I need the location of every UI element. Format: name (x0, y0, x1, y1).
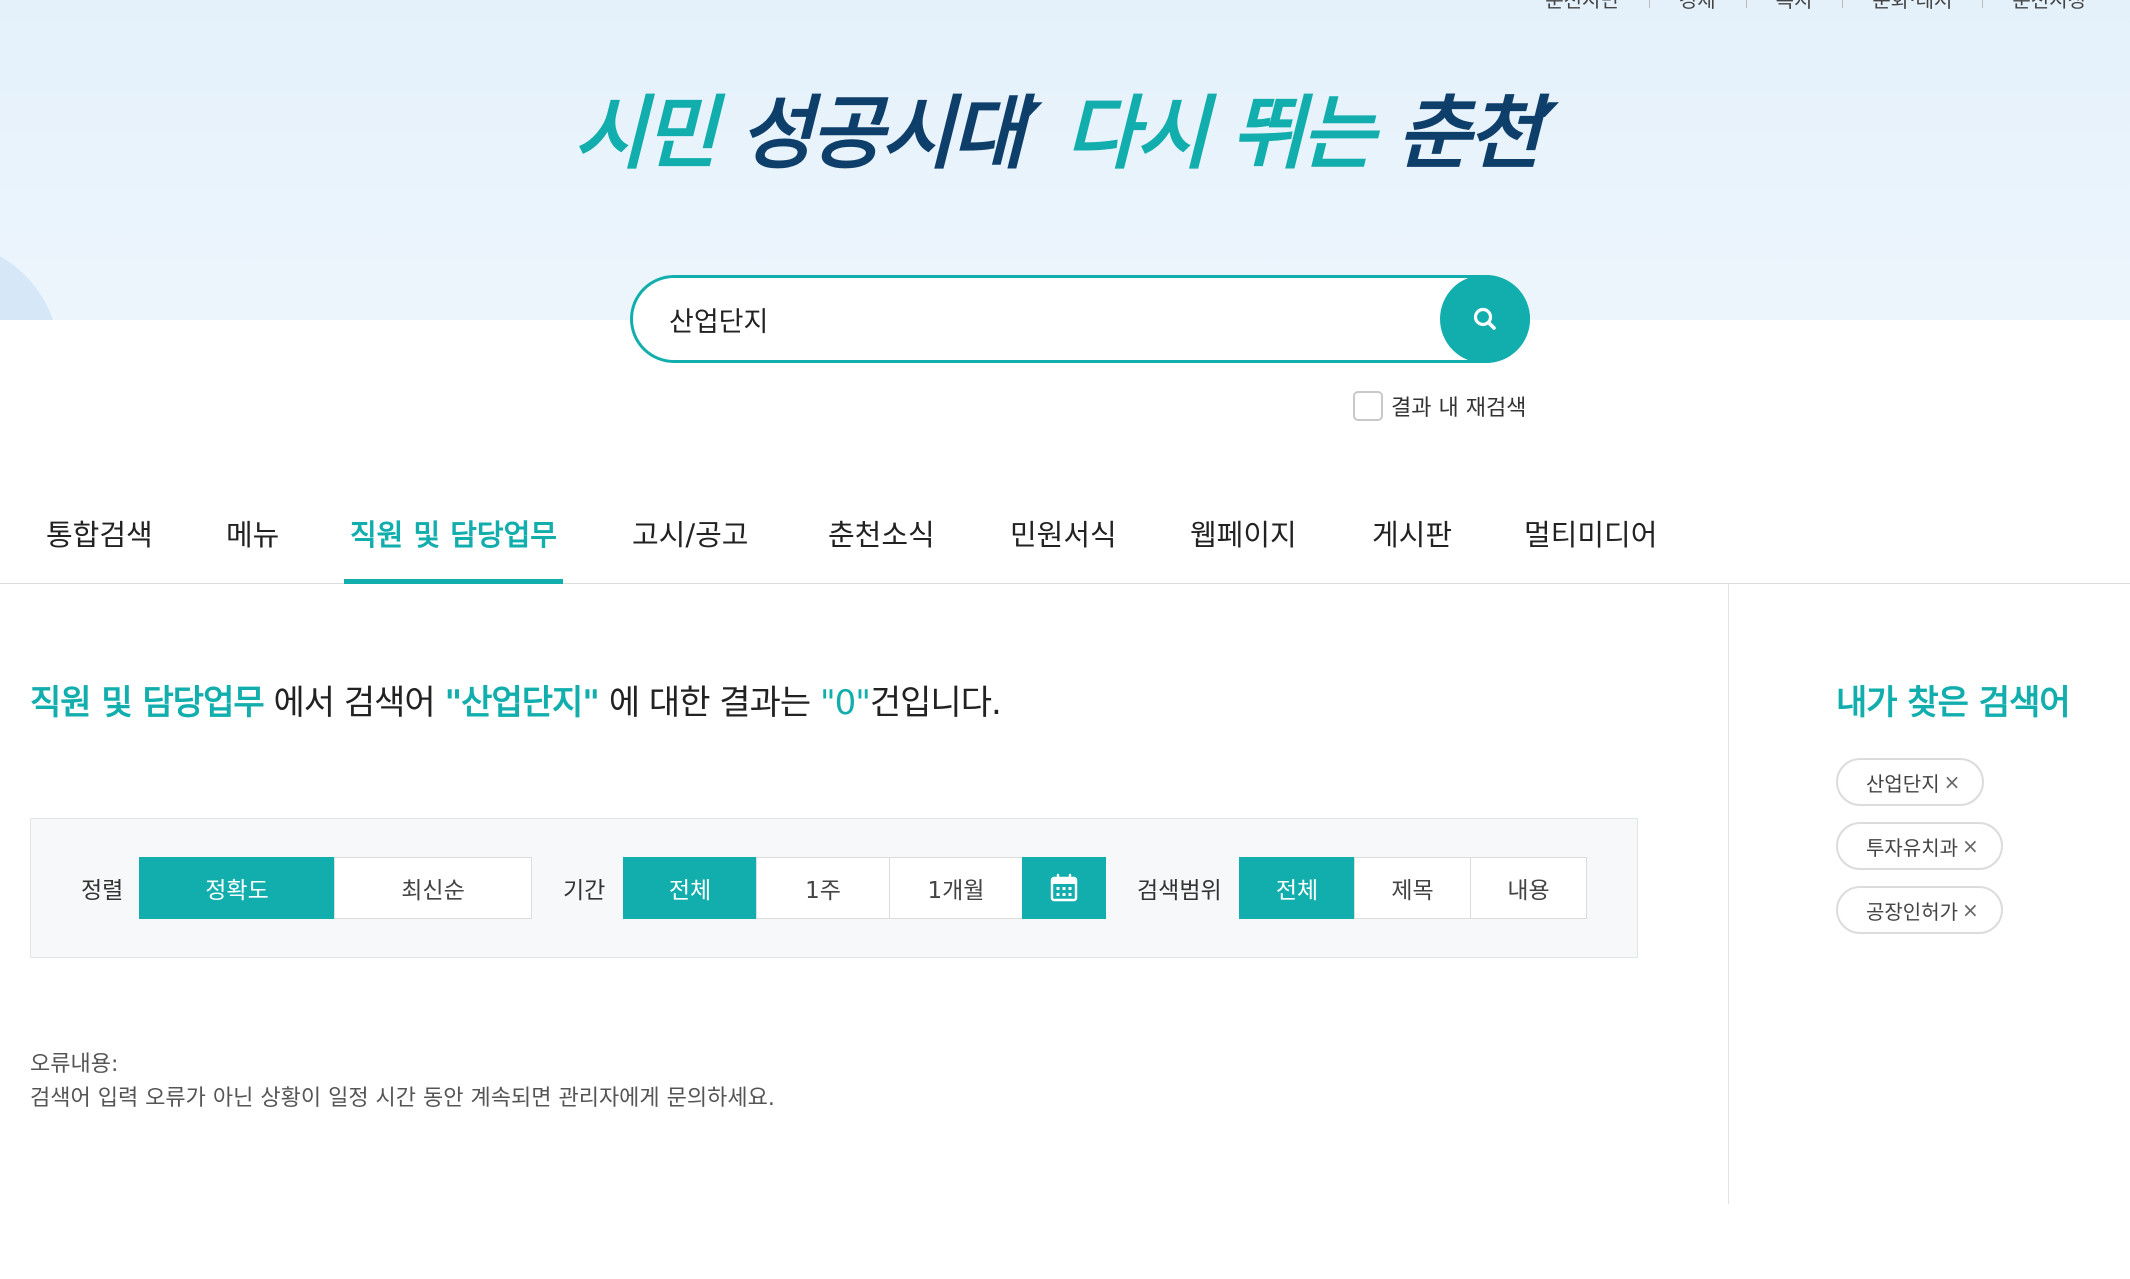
recent-search-chip[interactable]: 산업단지 × (1836, 758, 1985, 806)
scope-all-button[interactable]: 전체 (1239, 857, 1355, 919)
tab-news[interactable]: 춘천소식 (822, 500, 941, 584)
close-icon[interactable]: × (1962, 898, 1979, 922)
research-checkbox[interactable] (1353, 391, 1383, 421)
tab-notices[interactable]: 고시/공고 (626, 500, 755, 584)
tab-integrated[interactable]: 통합검색 (40, 500, 159, 584)
slogan-part-1: 시민 (573, 87, 718, 180)
search-input[interactable] (669, 296, 1369, 342)
result-query: "산업단지" (444, 683, 600, 723)
scope-title-button[interactable]: 제목 (1354, 857, 1471, 919)
sort-label: 정렬 (81, 878, 124, 904)
search-category-tabs: 통합검색 메뉴 직원 및 담당업무 고시/공고 춘천소식 민원서식 웹페이지 게… (0, 500, 2130, 584)
filter-panel: 정렬 정확도 최신순 기간 전체 1주 1개월 검색범위 전체 제목 내용 (30, 818, 1638, 958)
result-message: 직원 및 담당업무 에서 검색어 "산업단지" 에 대한 결과는 "0"건입니다… (30, 675, 1002, 724)
search-box (630, 275, 1530, 363)
slogan-mark-1: ′ (1022, 87, 1043, 180)
tab-multimedia[interactable]: 멀티미디어 (1518, 500, 1663, 584)
result-category: 직원 및 담당업무 (30, 683, 265, 723)
recent-searches-title: 내가 찾은 검색어 (1836, 683, 2071, 723)
slogan: 시민 성공시대′ 다시 뛰는 춘천′ (0, 84, 2130, 184)
slogan-part-3: 다시 뛰는 (1065, 87, 1375, 180)
slogan-part-2: 성공시대 (739, 87, 1025, 180)
tab-staff-duties[interactable]: 직원 및 담당업무 (344, 500, 563, 584)
research-option: 결과 내 재검색 (1353, 390, 1526, 422)
research-label[interactable]: 결과 내 재검색 (1391, 390, 1526, 422)
period-1week-button[interactable]: 1주 (756, 857, 890, 919)
tab-menu[interactable]: 메뉴 (220, 500, 285, 584)
slogan-mark-2: ′ (1538, 87, 1559, 180)
result-text-2: 에 대한 결과는 (599, 683, 820, 723)
search-icon (1473, 307, 1496, 330)
calendar-button[interactable] (1022, 857, 1106, 919)
period-label: 기간 (563, 878, 606, 904)
recent-search-chip[interactable]: 투자유치과 × (1836, 822, 2003, 870)
recent-search-chip[interactable]: 공장인허가 × (1836, 886, 2003, 934)
recent-search-term[interactable]: 산업단지 (1866, 768, 1940, 797)
recent-search-term[interactable]: 투자유치과 (1866, 832, 1958, 861)
sort-latest-button[interactable]: 최신순 (334, 857, 532, 919)
scope-content-button[interactable]: 내용 (1470, 857, 1587, 919)
top-nav-item-culture[interactable]: 문화·레저 (1842, 0, 1982, 14)
top-nav-item-cityhall[interactable]: 춘천시청 (1982, 0, 2116, 14)
result-count: "0" (819, 683, 871, 723)
close-icon[interactable]: × (1944, 770, 1961, 794)
recent-search-term[interactable]: 공장인허가 (1866, 896, 1958, 925)
error-message: 검색어 입력 오류가 아닌 상황이 일정 시간 동안 계속되면 관리자에게 문의… (30, 1086, 775, 1111)
top-nav-item-citizen[interactable]: 춘천시민 (1515, 0, 1649, 14)
slogan-part-4: 춘천 (1397, 87, 1541, 180)
hero-banner: 춘천시민 경제 복지 문화·레저 춘천시청 시민 성공시대′ 다시 뛰는 춘천′ (0, 0, 2130, 320)
period-all-button[interactable]: 전체 (623, 857, 757, 919)
period-1month-button[interactable]: 1개월 (889, 857, 1023, 919)
result-text-1: 에서 검색어 (263, 683, 445, 723)
tab-boards[interactable]: 게시판 (1366, 500, 1458, 584)
tab-webpages[interactable]: 웹페이지 (1184, 500, 1303, 584)
top-nav-item-economy[interactable]: 경제 (1648, 0, 1746, 14)
sidebar-divider (1728, 584, 1729, 1204)
tab-forms[interactable]: 민원서식 (1004, 500, 1123, 584)
scope-label: 검색범위 (1137, 878, 1222, 904)
search-button[interactable] (1440, 275, 1530, 363)
result-text-3: 건입니다. (869, 683, 1002, 723)
decorative-circle (0, 240, 60, 320)
error-title: 오류내용: (30, 1052, 119, 1077)
top-nav: 춘천시민 경제 복지 문화·레저 춘천시청 (1515, 0, 2116, 14)
top-nav-item-welfare[interactable]: 복지 (1745, 0, 1843, 14)
sort-accuracy-button[interactable]: 정확도 (139, 857, 335, 919)
calendar-icon (1050, 873, 1078, 902)
close-icon[interactable]: × (1962, 834, 1979, 858)
